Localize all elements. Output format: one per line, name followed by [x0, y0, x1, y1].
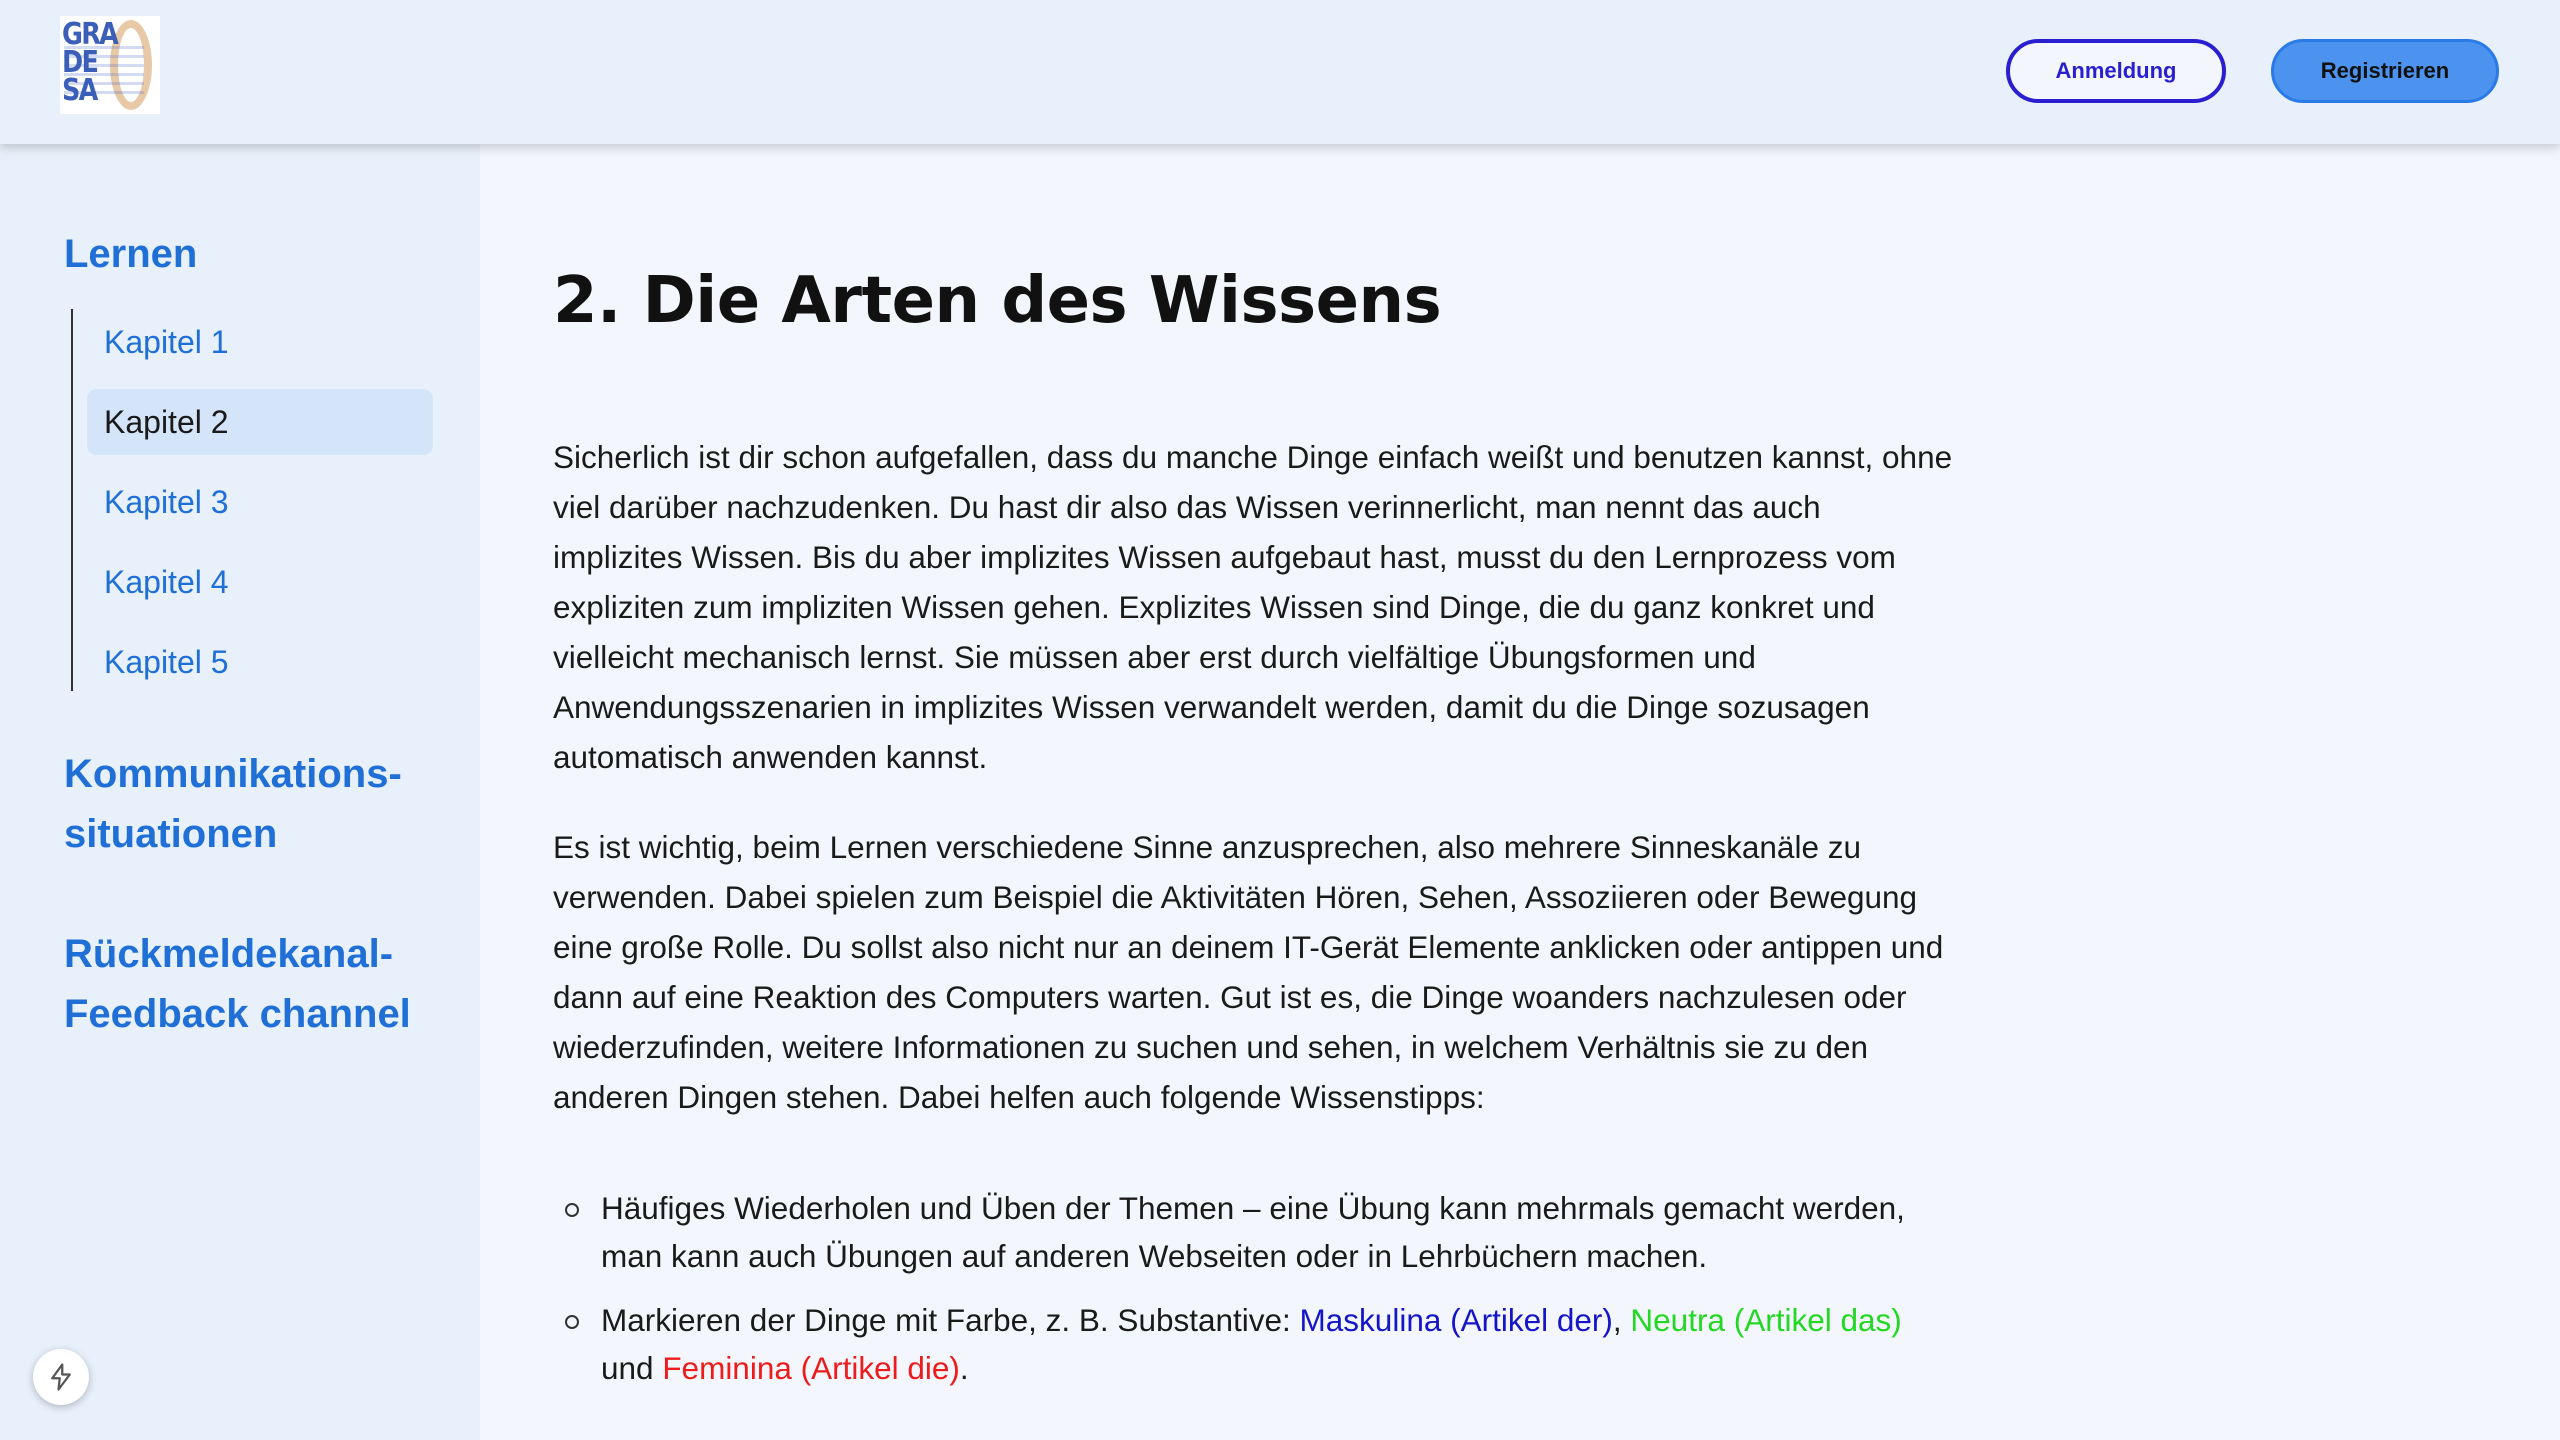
- paragraph-1: Sicherlich ist dir schon aufgefallen, da…: [553, 439, 1953, 775]
- register-button[interactable]: Registrieren: [2271, 39, 2499, 103]
- separator: ,: [1612, 1302, 1631, 1338]
- paragraph-2: Es ist wichtig, beim Lernen verschiedene…: [553, 829, 1944, 1115]
- lightning-bolt-icon: [51, 1363, 71, 1391]
- logo-text-sa: SA: [62, 73, 98, 108]
- feminine-label: Feminina (Artikel die): [662, 1350, 960, 1386]
- sidebar-heading-line: Kommunikations-: [64, 752, 402, 796]
- login-button[interactable]: Anmeldung: [2006, 39, 2226, 103]
- list-item: Markieren der Dinge mit Farbe, z. B. Sub…: [553, 1296, 1953, 1392]
- main-content: 2. Die Arten des Wissens Sicherlich ist …: [480, 144, 2560, 1440]
- tips-list: Häufiges Wiederholen und Üben der Themen…: [553, 1184, 1953, 1408]
- neuter-label: Neutra (Artikel das): [1630, 1302, 1902, 1338]
- page-title: 2. Die Arten des Wissens: [553, 264, 1442, 338]
- list-item: Häufiges Wiederholen und Üben der Themen…: [553, 1184, 1953, 1280]
- sidebar-heading-line: Feedback channel: [64, 992, 411, 1036]
- chapter-list: Kapitel 1 Kapitel 2 Kapitel 3 Kapitel 4 …: [71, 309, 433, 691]
- sidebar-item-kapitel-5[interactable]: Kapitel 5: [87, 629, 433, 695]
- masculine-label: Maskulina (Artikel der): [1299, 1302, 1613, 1338]
- dev-tools-button[interactable]: [33, 1349, 89, 1405]
- sidebar-heading-kommunikationssituationen[interactable]: Kommunikations- situationen: [64, 744, 402, 864]
- sidebar: Lernen Kapitel 1 Kapitel 2 Kapitel 3 Kap…: [0, 144, 480, 1440]
- sidebar-heading-line: Rückmeldekanal-: [64, 932, 394, 976]
- sidebar-item-kapitel-1[interactable]: Kapitel 1: [87, 309, 433, 375]
- top-header: GRA DE SA Anmeldung Registrieren: [0, 0, 2560, 144]
- tip-text-prefix: Markieren der Dinge mit Farbe, z. B. Sub…: [601, 1302, 1300, 1338]
- gradesa-logo[interactable]: GRA DE SA: [60, 16, 160, 114]
- separator: und: [601, 1350, 663, 1386]
- sidebar-heading-line: situationen: [64, 812, 278, 856]
- period: .: [959, 1350, 969, 1386]
- sidebar-heading-lernen[interactable]: Lernen: [64, 224, 197, 284]
- sidebar-item-kapitel-2[interactable]: Kapitel 2: [87, 389, 433, 455]
- sidebar-item-kapitel-3[interactable]: Kapitel 3: [87, 469, 433, 535]
- sidebar-heading-feedback[interactable]: Rückmeldekanal- Feedback channel: [64, 924, 411, 1044]
- sidebar-item-kapitel-4[interactable]: Kapitel 4: [87, 549, 433, 615]
- tip-text: Häufiges Wiederholen und Üben der Themen…: [601, 1190, 1905, 1274]
